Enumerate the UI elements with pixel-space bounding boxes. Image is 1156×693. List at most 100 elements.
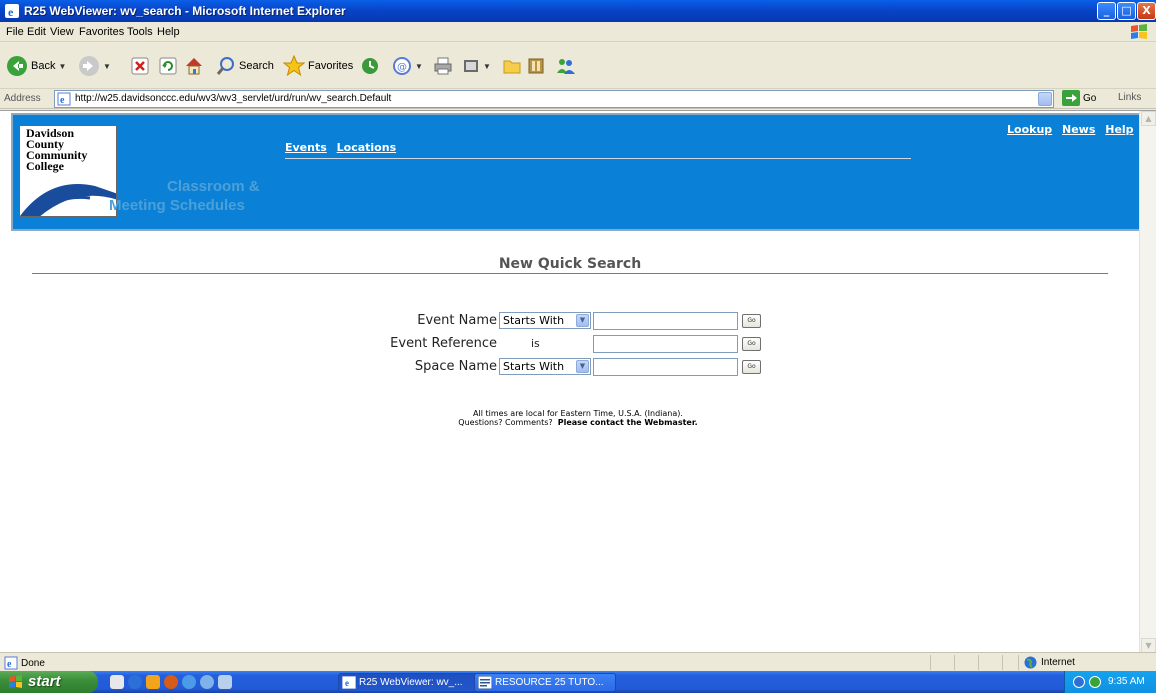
- contact-suffix: .: [694, 418, 698, 427]
- window-title: R25 WebViewer: wv_search - Microsoft Int…: [24, 4, 346, 18]
- page-title: New Quick Search: [32, 257, 1108, 274]
- stop-button[interactable]: [131, 53, 149, 79]
- task-label: RESOURCE 25 TUTO...: [495, 677, 604, 688]
- space-name-operator-select[interactable]: Starts With ▼: [499, 358, 591, 375]
- site-subtitle: Classroom & Meeting Schedules: [109, 177, 260, 215]
- history-button[interactable]: [360, 53, 380, 79]
- start-button[interactable]: start: [0, 671, 98, 693]
- go-button[interactable]: Go: [1062, 90, 1096, 106]
- ie-window-icon: e: [342, 676, 356, 689]
- menu-favorites[interactable]: Favorites: [79, 26, 124, 38]
- taskbar-button-resource25[interactable]: RESOURCE 25 TUTO...: [474, 673, 616, 692]
- print-button[interactable]: [433, 53, 453, 79]
- subtitle-line-2: Meeting Schedules: [109, 197, 245, 214]
- menu-file[interactable]: File: [6, 26, 24, 38]
- nav-events-link[interactable]: Events: [285, 141, 327, 154]
- space-name-go-button[interactable]: Go: [742, 360, 761, 374]
- mail-icon: @: [393, 57, 411, 75]
- address-field[interactable]: e http://w25.davidsonccc.edu/wv3/wv3_ser…: [54, 90, 1054, 108]
- favorites-button[interactable]: Favorites: [283, 53, 353, 79]
- system-tray: 9:35 AM: [1064, 671, 1156, 693]
- search-row-event-reference: Event Reference is Go: [0, 334, 1156, 354]
- mail-button[interactable]: @ ▼: [392, 53, 423, 79]
- scroll-up-icon[interactable]: ▲: [1141, 111, 1156, 126]
- ie-window: e R25 WebViewer: wv_search - Microsoft I…: [0, 0, 1156, 693]
- search-button[interactable]: Search: [216, 53, 274, 79]
- address-dropdown-button[interactable]: [1038, 92, 1052, 106]
- quicklaunch-icon[interactable]: [200, 675, 214, 689]
- taskbar-button-webviewer[interactable]: e R25 WebViewer: wv_...: [338, 673, 480, 692]
- quicklaunch-icon[interactable]: [182, 675, 196, 689]
- taskbar: start e R25 WebViewer: wv_... RESOURCE 2…: [0, 671, 1156, 693]
- back-arrow-icon: [7, 56, 27, 76]
- address-url[interactable]: http://w25.davidsonccc.edu/wv3/wv3_servl…: [75, 93, 391, 104]
- status-divider: [1002, 655, 1003, 670]
- minimize-button[interactable]: _: [1097, 2, 1116, 20]
- refresh-button[interactable]: [159, 53, 177, 79]
- wifi-icon[interactable]: [1089, 676, 1101, 688]
- menu-help[interactable]: Help: [157, 26, 180, 38]
- menu-edit[interactable]: Edit: [27, 26, 46, 38]
- history-icon: [362, 58, 378, 74]
- network-icon[interactable]: [1073, 676, 1085, 688]
- messenger-button[interactable]: [555, 53, 577, 79]
- title-bar[interactable]: e R25 WebViewer: wv_search - Microsoft I…: [0, 0, 1156, 22]
- event-name-operator-select[interactable]: Starts With ▼: [499, 312, 591, 329]
- back-label: Back: [31, 60, 56, 72]
- quicklaunch-icon[interactable]: [164, 675, 178, 689]
- chevron-down-icon: ▼: [415, 61, 423, 71]
- quicklaunch-icon[interactable]: [146, 675, 160, 689]
- status-divider: [978, 655, 979, 670]
- event-reference-input[interactable]: [593, 335, 738, 353]
- chevron-down-icon: ▼: [576, 314, 589, 327]
- lookup-link[interactable]: Lookup: [1007, 123, 1052, 136]
- toolbar: Back ▼ ▼ Search Favorites @ ▼ ▼: [0, 43, 1156, 89]
- go-arrow-icon: [1062, 90, 1080, 106]
- status-text: Done: [21, 657, 45, 669]
- webmaster-link[interactable]: Please contact the Webmaster: [558, 418, 695, 427]
- forward-button[interactable]: ▼: [78, 53, 111, 79]
- links-button[interactable]: Links: [1118, 92, 1141, 103]
- forward-arrow-icon: [79, 56, 99, 76]
- nav-locations-link[interactable]: Locations: [337, 141, 396, 154]
- close-button[interactable]: X: [1137, 2, 1156, 20]
- news-link[interactable]: News: [1062, 123, 1095, 136]
- menu-bar: File Edit View Favorites Tools Help: [0, 22, 1156, 42]
- status-divider: [930, 655, 931, 670]
- chevron-down-icon: ▼: [58, 61, 67, 71]
- status-bar: e Done Internet: [0, 652, 1156, 671]
- address-bar: Address e http://w25.davidsonccc.edu/wv3…: [0, 89, 1156, 109]
- home-button[interactable]: [184, 53, 204, 79]
- folder-button[interactable]: [502, 53, 522, 79]
- event-name-go-button[interactable]: Go: [742, 314, 761, 328]
- research-book-icon: [528, 58, 544, 74]
- menu-view[interactable]: View: [50, 26, 74, 38]
- research-button[interactable]: [526, 53, 546, 79]
- event-name-input[interactable]: [593, 312, 738, 330]
- timezone-text: All times are local for Eastern Time, U.…: [473, 409, 683, 418]
- quicklaunch-icon[interactable]: [110, 675, 124, 689]
- space-name-input[interactable]: [593, 358, 738, 376]
- event-reference-go-button[interactable]: Go: [742, 337, 761, 351]
- search-row-event-name: Event Name Starts With ▼ Go: [0, 311, 1156, 331]
- menu-tools[interactable]: Tools: [127, 26, 153, 38]
- main-nav: Events Locations: [285, 141, 911, 159]
- search-row-space-name: Space Name Starts With ▼ Go: [0, 357, 1156, 377]
- back-button[interactable]: Back ▼: [6, 53, 66, 79]
- space-name-label: Space Name: [414, 359, 497, 374]
- scroll-down-icon[interactable]: ▼: [1141, 638, 1156, 652]
- status-divider: [954, 655, 955, 670]
- operator-value: Starts With: [503, 314, 565, 327]
- svg-text:e: e: [7, 659, 12, 670]
- help-link[interactable]: Help: [1105, 123, 1133, 136]
- quicklaunch-icon[interactable]: [218, 675, 232, 689]
- status-divider: [1018, 655, 1019, 670]
- system-clock[interactable]: 9:35 AM: [1108, 676, 1145, 687]
- vertical-scrollbar[interactable]: ▲ ▼: [1139, 111, 1156, 652]
- site-banner: Davidson County Community College Classr…: [11, 113, 1145, 231]
- restore-button[interactable]: □: [1117, 2, 1136, 20]
- edit-button[interactable]: ▼: [462, 53, 491, 79]
- favorites-label: Favorites: [308, 60, 354, 72]
- quicklaunch-ie-icon[interactable]: [128, 675, 142, 689]
- svg-text:e: e: [60, 95, 65, 106]
